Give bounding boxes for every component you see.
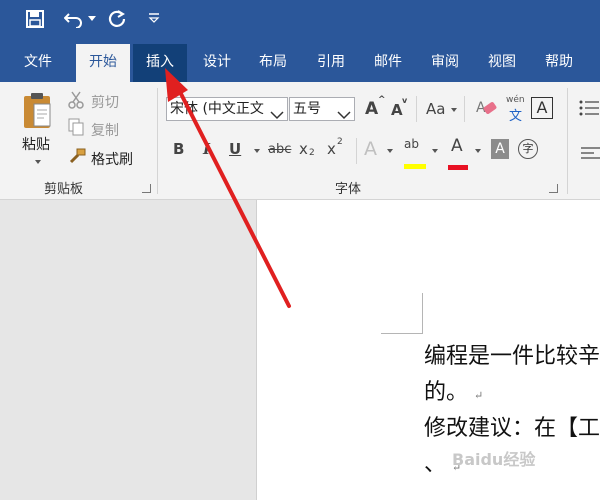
ribbon-home: 粘贴 剪切 复制 格式刷 剪贴板 宋体 (中文正文 五号 A ^ A v Aa … [0, 82, 600, 200]
customize-toolbar-icon[interactable] [148, 12, 160, 24]
grow-font-arrow-icon: ^ [378, 95, 386, 105]
highlight-button[interactable]: ab [404, 137, 419, 151]
character-border-button[interactable]: A [531, 97, 553, 119]
group-separator [464, 96, 465, 122]
change-case-button[interactable]: Aa [426, 100, 445, 118]
grow-font-button[interactable]: A [365, 99, 378, 119]
bullets-icon[interactable] [579, 98, 599, 122]
font-color-swatch [448, 155, 468, 170]
save-icon[interactable] [26, 10, 44, 28]
document-line: 的。 ↵ [424, 380, 484, 405]
font-launcher-icon[interactable] [549, 184, 558, 193]
tab-references[interactable]: 引用 [304, 44, 358, 82]
text-effects-button[interactable]: A [364, 138, 377, 160]
tab-mailings[interactable]: 邮件 [361, 44, 415, 82]
undo-icon[interactable] [64, 10, 84, 28]
cut-button[interactable]: 剪切 [91, 92, 119, 112]
font-size-combo[interactable]: 五号 [289, 97, 355, 121]
subscript-button[interactable]: x [299, 140, 308, 158]
format-painter-icon [68, 148, 86, 168]
clipboard-group-label: 剪贴板 [44, 182, 84, 197]
bold-button[interactable]: B [173, 140, 184, 158]
margin-marker [381, 333, 423, 334]
underline-dropdown-icon[interactable] [254, 149, 260, 153]
align-left-icon[interactable] [581, 144, 600, 163]
subscript-digit: 2 [309, 148, 315, 158]
font-color-dropdown-icon[interactable] [475, 149, 481, 153]
character-shading-button[interactable]: A [491, 139, 509, 159]
format-painter-button[interactable]: 格式刷 [91, 149, 133, 169]
paste-button[interactable]: 粘贴 [22, 134, 50, 154]
tab-design[interactable]: 设计 [190, 44, 244, 82]
tab-insert[interactable]: 插入 [133, 44, 187, 82]
strikethrough-button[interactable]: abc [268, 142, 291, 157]
tab-help[interactable]: 帮助 [532, 44, 586, 82]
undo-dropdown-icon[interactable] [88, 16, 96, 22]
shrink-font-button[interactable]: A [391, 101, 403, 119]
group-separator [416, 96, 417, 122]
redo-icon[interactable] [108, 10, 126, 28]
scissors-icon [68, 91, 84, 113]
font-name-combo[interactable]: 宋体 (中文正文 [166, 97, 288, 121]
tab-view[interactable]: 视图 [475, 44, 529, 82]
italic-button[interactable]: I [203, 140, 210, 158]
copy-icon [68, 118, 84, 140]
highlight-dropdown-icon[interactable] [432, 149, 438, 153]
paste-icon[interactable] [22, 92, 54, 134]
tab-home[interactable]: 开始 [76, 44, 130, 82]
phonetic-guide-top: wén [506, 95, 525, 105]
font-name-value: 宋体 (中文正文 [170, 101, 264, 117]
tab-review[interactable]: 审阅 [418, 44, 472, 82]
tab-file[interactable]: 文件 [10, 44, 66, 82]
group-separator [567, 88, 568, 194]
phonetic-guide-button[interactable]: 文 [509, 105, 522, 124]
clear-formatting-icon[interactable]: A [476, 98, 498, 122]
text-effects-dropdown-icon[interactable] [387, 149, 393, 153]
font-size-value: 五号 [293, 101, 321, 117]
copy-button[interactable]: 复制 [91, 120, 119, 140]
title-bar [0, 0, 600, 44]
superscript-button[interactable]: x [327, 140, 336, 158]
group-separator [157, 88, 158, 194]
underline-button[interactable]: U [229, 140, 241, 158]
clipboard-launcher-icon[interactable] [142, 184, 151, 193]
chevron-down-icon[interactable] [270, 105, 284, 120]
tab-layout[interactable]: 布局 [246, 44, 300, 82]
ribbon-tab-bar: 文件 开始 插入 设计 布局 引用 邮件 审阅 视图 帮助 [0, 44, 600, 82]
change-case-dropdown-icon[interactable] [451, 108, 457, 112]
superscript-digit: 2 [337, 137, 343, 147]
watermark: Baidu经验 [452, 450, 536, 469]
paragraph-mark-icon: ↵ [474, 389, 484, 402]
font-group-label: 字体 [335, 182, 362, 197]
document-line: 修改建议：在【工 [424, 416, 600, 441]
chevron-down-icon[interactable] [337, 105, 351, 120]
document-line: 编程是一件比较辛 [424, 344, 600, 369]
paste-dropdown-icon[interactable] [35, 160, 41, 164]
group-separator [356, 138, 357, 164]
enclose-characters-button[interactable]: 字 [518, 139, 538, 159]
margin-marker [422, 293, 423, 334]
shrink-font-arrow-icon: v [402, 96, 408, 105]
font-color-button[interactable]: A [451, 136, 463, 156]
highlight-color-swatch [404, 154, 426, 169]
